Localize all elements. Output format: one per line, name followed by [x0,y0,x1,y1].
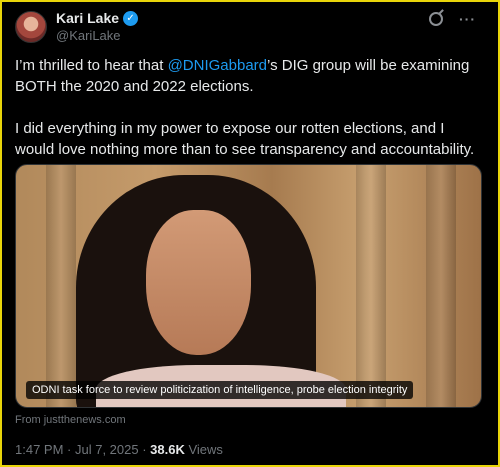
tweet-date[interactable]: Jul 7, 2025 [75,442,139,457]
mention-link[interactable]: @DNIGabbard [168,57,267,74]
tweet-meta: 1:47 PM · Jul 7, 2025 · 38.6K Views [15,442,223,457]
author-name-row[interactable]: Kari Lake ✓ [56,10,139,26]
background-curtain [46,165,76,407]
tweet-paragraph-1: I’m thrilled to hear that @DNIGabbard’s … [15,55,485,97]
tweet-paragraph-2: I did everything in my power to expose o… [15,120,475,158]
background-curtain [426,165,456,407]
avatar[interactable] [15,11,47,43]
meta-separator: · [63,442,75,457]
person-image-face [146,210,251,355]
media-caption: ODNI task force to review politicization… [26,381,414,399]
author-handle[interactable]: @KariLake [56,28,121,43]
tweet-text-part: I’m thrilled to hear that [15,57,168,74]
tweet-frame: Kari Lake ✓ @KariLake ··· I’m thrilled t… [0,0,500,467]
views-label: Views [184,442,223,457]
tweet-actions-top: ··· [429,11,476,27]
tweet-time[interactable]: 1:47 PM [15,442,63,457]
grok-icon[interactable] [429,12,443,26]
meta-separator: · [138,442,151,457]
views-count[interactable]: 38.6K [150,442,185,457]
tweet-text: I’m thrilled to hear that @DNIGabbard’s … [15,55,485,181]
verified-badge-icon: ✓ [123,10,139,26]
author-name[interactable]: Kari Lake [56,10,119,26]
link-source[interactable]: From justthenews.com [15,414,126,426]
more-icon[interactable]: ··· [459,11,476,27]
background-curtain [356,165,386,407]
link-card-media[interactable]: ODNI task force to review politicization… [15,164,482,408]
